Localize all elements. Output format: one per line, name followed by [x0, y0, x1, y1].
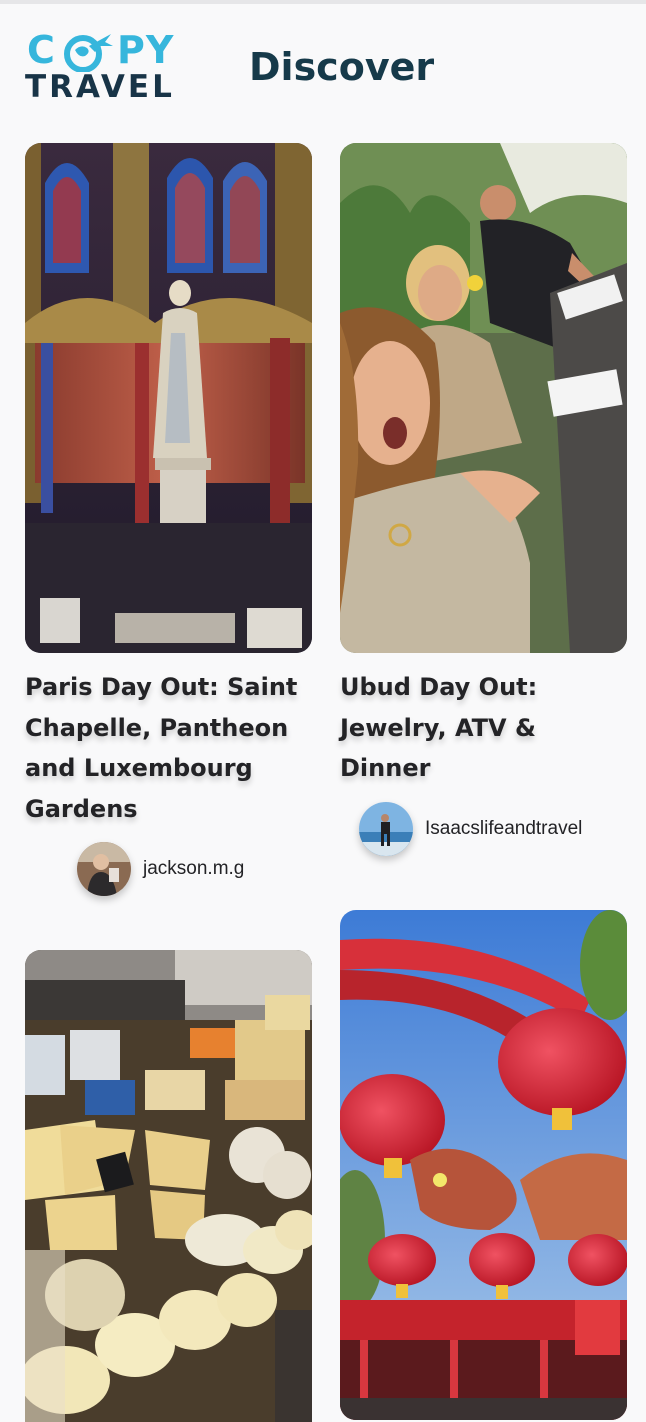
sainte-chapelle-statue-photo	[25, 143, 312, 653]
red-lanterns-dragon-photo	[340, 910, 627, 1420]
trip-card-image-paris[interactable]	[25, 143, 312, 653]
trip-card-title-ubud[interactable]: Ubud Day Out: Jewelry, ATV & Dinner	[340, 667, 630, 789]
avatar-jackson	[77, 842, 131, 896]
author-avatar	[77, 842, 131, 896]
trip-card-author-ubud[interactable]: Isaacslifeandtravel	[359, 802, 582, 856]
copytravel-logo[interactable]: C PY TRAVEL	[25, 28, 173, 106]
author-name: jackson.m.g	[143, 858, 245, 879]
logo-copy-left: C	[27, 28, 56, 72]
trip-card-author-paris[interactable]: jackson.m.g	[77, 842, 244, 896]
page-title: Discover	[249, 45, 435, 89]
friends-selfie-cafe-photo	[340, 143, 627, 653]
logo-copy-right: PY	[117, 28, 175, 72]
cheese-display-photo	[25, 950, 312, 1422]
avatar-isaac	[359, 802, 413, 856]
trip-card-image-lanterns[interactable]	[340, 910, 627, 1420]
author-avatar	[359, 802, 413, 856]
logo-travel: TRAVEL	[25, 69, 175, 105]
author-name: Isaacslifeandtravel	[425, 818, 583, 839]
trip-card-title-paris[interactable]: Paris Day Out: Saint Chapelle, Pantheon …	[25, 667, 315, 829]
globe-plane-icon	[64, 34, 113, 72]
trip-card-image-ubud[interactable]	[340, 143, 627, 653]
trip-card-image-cheese[interactable]	[25, 950, 312, 1422]
top-divider	[0, 0, 646, 4]
